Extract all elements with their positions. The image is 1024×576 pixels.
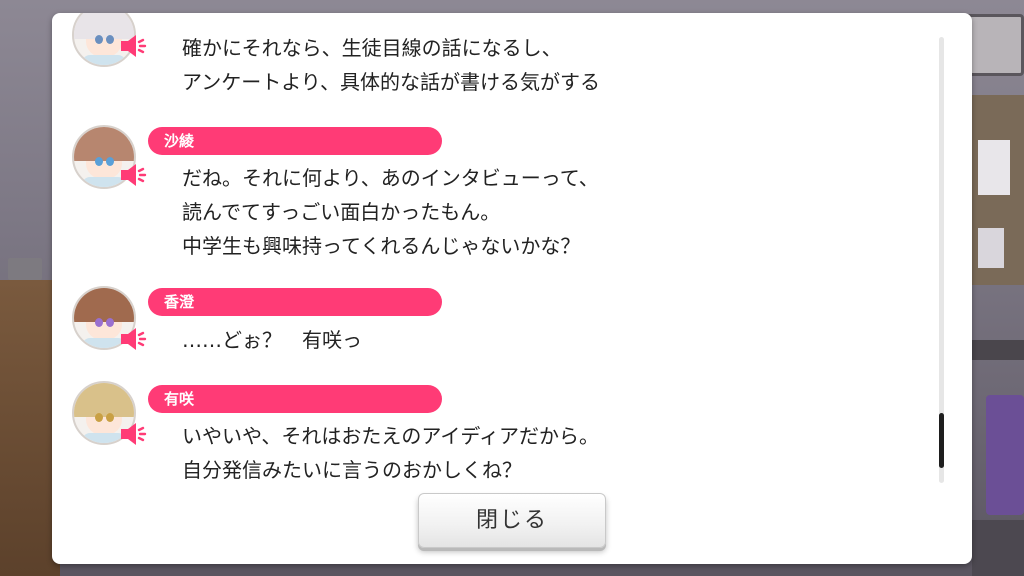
background-desk bbox=[972, 340, 1024, 360]
backlog-dialog: 確かにそれなら、生徒目線の話になるし、アンケートより、具体的な話が書ける気がする… bbox=[52, 13, 972, 564]
voice-replay-speaker-icon[interactable] bbox=[120, 33, 150, 59]
speaker-nameplate: 香澄 bbox=[148, 288, 442, 316]
background-paper bbox=[978, 228, 1004, 268]
dialogue-line: 確かにそれなら、生徒目線の話になるし、 bbox=[182, 36, 562, 60]
voice-replay-speaker-icon[interactable] bbox=[120, 162, 150, 188]
voice-replay-speaker-icon[interactable] bbox=[120, 326, 150, 352]
background-floor bbox=[972, 520, 1024, 576]
dialogue-line: 読んでてすっごい面白かったもん。 bbox=[182, 200, 501, 224]
scrollbar-thumb[interactable] bbox=[939, 413, 944, 468]
message-log[interactable]: 確かにそれなら、生徒目線の話になるし、アンケートより、具体的な話が書ける気がする… bbox=[52, 13, 952, 503]
background-cabinet bbox=[0, 280, 60, 576]
dialogue-line: いやいや、それはおたえのアイディアだから。 bbox=[182, 424, 599, 448]
background-shelf bbox=[8, 258, 42, 280]
dialogue-line: 中学生も興味持ってくれるんじゃないかな？ bbox=[182, 234, 581, 258]
background-chair bbox=[986, 395, 1024, 515]
speaker-nameplate: 沙綾 bbox=[148, 127, 442, 155]
voice-replay-speaker-icon[interactable] bbox=[120, 421, 150, 447]
dialogue-line: アンケートより、具体的な話が書ける気がする bbox=[182, 70, 600, 94]
background-paper bbox=[978, 140, 1010, 195]
dialogue-line: 自分発信みたいに言うのおかしくね？ bbox=[182, 458, 522, 482]
dialogue-line: ……どぉ？ 有咲っ bbox=[182, 328, 362, 352]
dialogue-line: だね。それに何より、あのインタビューって、 bbox=[182, 166, 599, 190]
close-button[interactable]: 閉じる bbox=[418, 493, 606, 548]
speaker-nameplate: 有咲 bbox=[148, 385, 442, 413]
